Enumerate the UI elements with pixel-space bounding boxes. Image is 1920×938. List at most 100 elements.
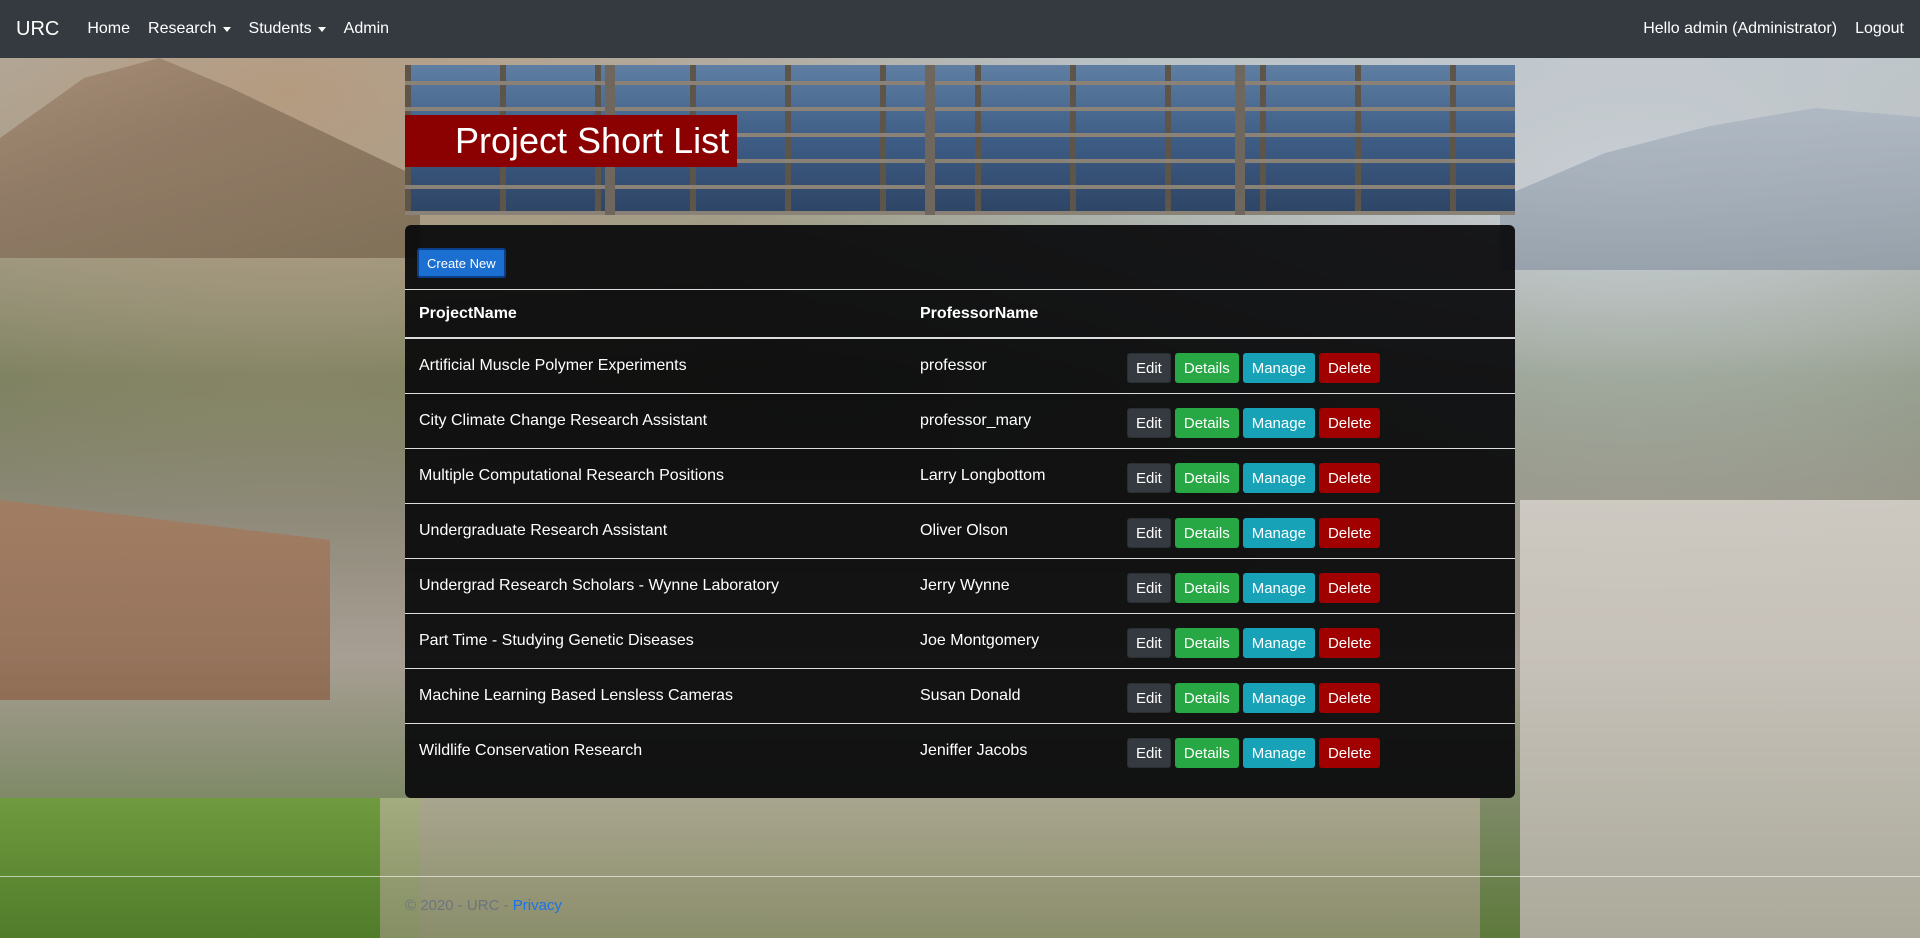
project-name-cell: Undergraduate Research Assistant xyxy=(419,522,668,539)
logout-link[interactable]: Logout xyxy=(1855,20,1904,38)
professor-name-cell: Larry Longbottom xyxy=(920,467,1046,484)
banner-pillar xyxy=(925,65,935,215)
page-banner: Project Short List xyxy=(405,65,1515,215)
nav-research-label: Research xyxy=(148,20,217,37)
nav-students-label: Students xyxy=(248,20,312,37)
edit-button[interactable]: Edit xyxy=(1127,738,1171,768)
chevron-down-icon xyxy=(317,26,326,32)
project-name-cell: Undergrad Research Scholars - Wynne Labo… xyxy=(419,577,780,594)
footer: © 2020 - URC - Privacy xyxy=(405,897,562,914)
table-row: Artificial Muscle Polymer Experiments pro… xyxy=(405,338,1515,393)
column-header-professor-name: ProfessorName xyxy=(920,304,1039,322)
project-name-cell: Part Time - Studying Genetic Diseases xyxy=(419,632,694,649)
project-name-cell: City Climate Change Research Assistant xyxy=(419,412,708,429)
row-actions: Edit Details Manage Delete xyxy=(1127,679,1381,713)
project-name-cell: Artificial Muscle Polymer Experiments xyxy=(419,357,687,374)
row-actions: Edit Details Manage Delete xyxy=(1127,459,1381,493)
project-table: ProjectName ProfessorName Artificial Mus… xyxy=(405,289,1515,778)
table-body: Artificial Muscle Polymer Experiments pro… xyxy=(405,338,1515,778)
manage-button[interactable]: Manage xyxy=(1242,738,1315,768)
row-actions: Edit Details Manage Delete xyxy=(1127,404,1381,438)
professor-name-cell: Oliver Olson xyxy=(920,522,1009,539)
delete-button[interactable]: Delete xyxy=(1318,353,1381,383)
details-button[interactable]: Details xyxy=(1174,573,1239,603)
delete-button[interactable]: Delete xyxy=(1318,683,1381,713)
edit-button[interactable]: Edit xyxy=(1127,518,1171,548)
delete-button[interactable]: Delete xyxy=(1318,518,1381,548)
column-header-project-name: ProjectName xyxy=(419,304,517,322)
nav-home-label: Home xyxy=(87,20,131,37)
edit-button[interactable]: Edit xyxy=(1127,463,1171,493)
row-actions: Edit Details Manage Delete xyxy=(1127,349,1381,383)
background-plaza xyxy=(380,798,1480,938)
professor-name-cell: professor_mary xyxy=(920,412,1032,429)
delete-button[interactable]: Delete xyxy=(1318,573,1381,603)
row-actions: Edit Details Manage Delete xyxy=(1127,734,1381,768)
professor-name-cell: professor xyxy=(920,357,987,374)
project-list-panel: Create New ProjectName ProfessorName Art… xyxy=(405,225,1515,798)
table-row: Multiple Computational Research Position… xyxy=(405,448,1515,503)
manage-button[interactable]: Manage xyxy=(1242,518,1315,548)
table-row: Part Time - Studying Genetic Diseases Joe… xyxy=(405,613,1515,668)
create-new-button[interactable]: Create New xyxy=(417,248,506,278)
background-building-roof xyxy=(1520,500,1920,938)
details-button[interactable]: Details xyxy=(1174,683,1239,713)
table-row: Undergraduate Research Assistant Oliver O… xyxy=(405,503,1515,558)
background-lawn xyxy=(0,798,420,938)
professor-name-cell: Jeniffer Jacobs xyxy=(920,742,1028,759)
privacy-link[interactable]: Privacy xyxy=(513,897,562,914)
details-button[interactable]: Details xyxy=(1174,353,1239,383)
footer-copyright: © 2020 - URC - xyxy=(405,897,513,914)
edit-button[interactable]: Edit xyxy=(1127,353,1171,383)
delete-button[interactable]: Delete xyxy=(1318,628,1381,658)
details-button[interactable]: Details xyxy=(1174,738,1239,768)
row-actions: Edit Details Manage Delete xyxy=(1127,569,1381,603)
user-greeting[interactable]: Hello admin (Administrator) xyxy=(1643,20,1837,38)
nav-students-dropdown[interactable]: Students xyxy=(249,20,326,38)
manage-button[interactable]: Manage xyxy=(1242,463,1315,493)
page-title: Project Short List xyxy=(455,120,730,161)
nav-admin[interactable]: Admin xyxy=(344,20,389,38)
chevron-down-icon xyxy=(222,26,231,32)
professor-name-cell: Susan Donald xyxy=(920,687,1021,704)
delete-button[interactable]: Delete xyxy=(1318,463,1381,493)
details-button[interactable]: Details xyxy=(1174,628,1239,658)
brand-link[interactable]: URC xyxy=(16,18,59,41)
project-name-cell: Wildlife Conservation Research xyxy=(419,742,643,759)
banner-title-box: Project Short List xyxy=(405,115,738,167)
project-name-cell: Machine Learning Based Lensless Cameras xyxy=(419,687,733,704)
edit-button[interactable]: Edit xyxy=(1127,573,1171,603)
table-row: Undergrad Research Scholars - Wynne Labo… xyxy=(405,558,1515,613)
delete-button[interactable]: Delete xyxy=(1318,738,1381,768)
table-row: Wildlife Conservation Research Jeniffer J… xyxy=(405,723,1515,778)
professor-name-cell: Jerry Wynne xyxy=(920,577,1010,594)
details-button[interactable]: Details xyxy=(1174,518,1239,548)
project-name-cell: Multiple Computational Research Position… xyxy=(419,467,725,484)
edit-button[interactable]: Edit xyxy=(1127,683,1171,713)
row-actions: Edit Details Manage Delete xyxy=(1127,514,1381,548)
user-area: Hello admin (Administrator) Logout xyxy=(1625,20,1904,38)
edit-button[interactable]: Edit xyxy=(1127,628,1171,658)
table-row: City Climate Change Research Assistant pr… xyxy=(405,393,1515,448)
manage-button[interactable]: Manage xyxy=(1242,353,1315,383)
top-navbar: URC Home Research Students Admin Hello a… xyxy=(0,0,1920,58)
background-mountain-range xyxy=(1500,108,1920,270)
manage-button[interactable]: Manage xyxy=(1242,683,1315,713)
manage-button[interactable]: Manage xyxy=(1242,628,1315,658)
banner-pillar xyxy=(1235,65,1245,215)
manage-button[interactable]: Manage xyxy=(1242,408,1315,438)
background-mountain xyxy=(0,58,420,258)
details-button[interactable]: Details xyxy=(1174,463,1239,493)
nav-home[interactable]: Home xyxy=(87,20,130,38)
nav-admin-label: Admin xyxy=(343,20,390,37)
table-header-row: ProjectName ProfessorName xyxy=(405,289,1515,338)
nav-research-dropdown[interactable]: Research xyxy=(148,20,231,38)
manage-button[interactable]: Manage xyxy=(1242,573,1315,603)
edit-button[interactable]: Edit xyxy=(1127,408,1171,438)
details-button[interactable]: Details xyxy=(1174,408,1239,438)
footer-divider xyxy=(0,876,1920,877)
background-building xyxy=(0,500,330,700)
row-actions: Edit Details Manage Delete xyxy=(1127,624,1381,658)
delete-button[interactable]: Delete xyxy=(1318,408,1381,438)
professor-name-cell: Joe Montgomery xyxy=(920,632,1040,649)
